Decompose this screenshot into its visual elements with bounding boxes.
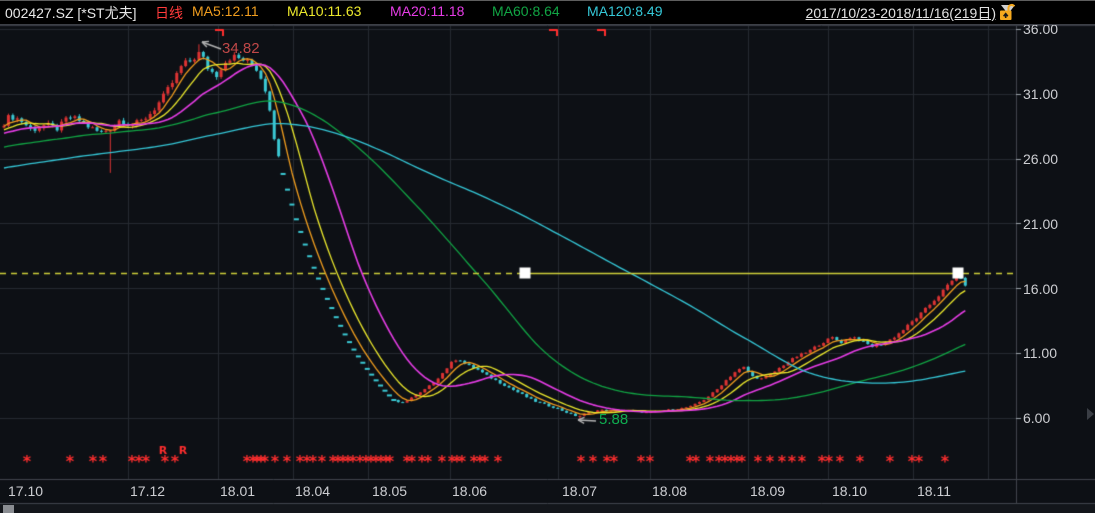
x-axis-label: 18.05 [372,483,408,499]
scrollbar-handle[interactable] [3,505,14,513]
period-label[interactable]: 日线 [155,3,183,23]
x-axis-label: 17.12 [130,483,166,499]
y-axis-label: 6.00 [1023,410,1051,426]
stock-chart-window: 002427.SZ [*ST尤夫] 日线 MA5:12.11 MA10:11.6… [0,0,1095,513]
x-axis-label: 18.09 [750,483,786,499]
chart-header: 002427.SZ [*ST尤夫] 日线 MA5:12.11 MA10:11.6… [0,1,1095,25]
date-range-text[interactable]: 2017/10/23-2018/11/16(219日) [806,5,996,21]
chart-canvas[interactable] [0,1,1095,513]
y-axis-label: 11.00 [1023,345,1057,361]
high-price-annotation: 34.82 [222,40,260,57]
x-axis-label: 18.07 [562,483,598,499]
x-axis-label: 18.10 [832,483,868,499]
ma10-legend: MA10:11.63 [287,3,362,19]
ma120-legend: MA120:8.49 [587,3,663,19]
ma20-legend: MA20:11.18 [390,3,465,19]
y-axis-label: 26.00 [1023,151,1059,167]
date-range-selector[interactable]: 2017/10/23-2018/11/16(219日) [806,3,1015,23]
y-axis-label: 16.00 [1023,281,1059,297]
x-axis-label: 18.01 [220,483,256,499]
x-axis-label: 17.10 [8,483,44,499]
x-axis-label: 18.06 [452,483,488,499]
y-axis-label: 21.00 [1023,216,1059,232]
low-price-annotation: 5.88 [599,411,629,428]
ma60-legend: MA60:8.64 [492,3,560,19]
x-axis-label: 18.04 [295,483,331,499]
stock-symbol: 002427.SZ [*ST尤夫] [5,5,137,21]
axis-expand-icon[interactable] [1087,408,1094,420]
unlock-icon[interactable] [999,3,1016,21]
x-axis-label: 18.08 [652,483,688,499]
ma5-legend: MA5:12.11 [192,3,259,19]
y-axis-label: 31.00 [1023,86,1059,102]
x-axis-label: 18.11 [917,483,951,499]
